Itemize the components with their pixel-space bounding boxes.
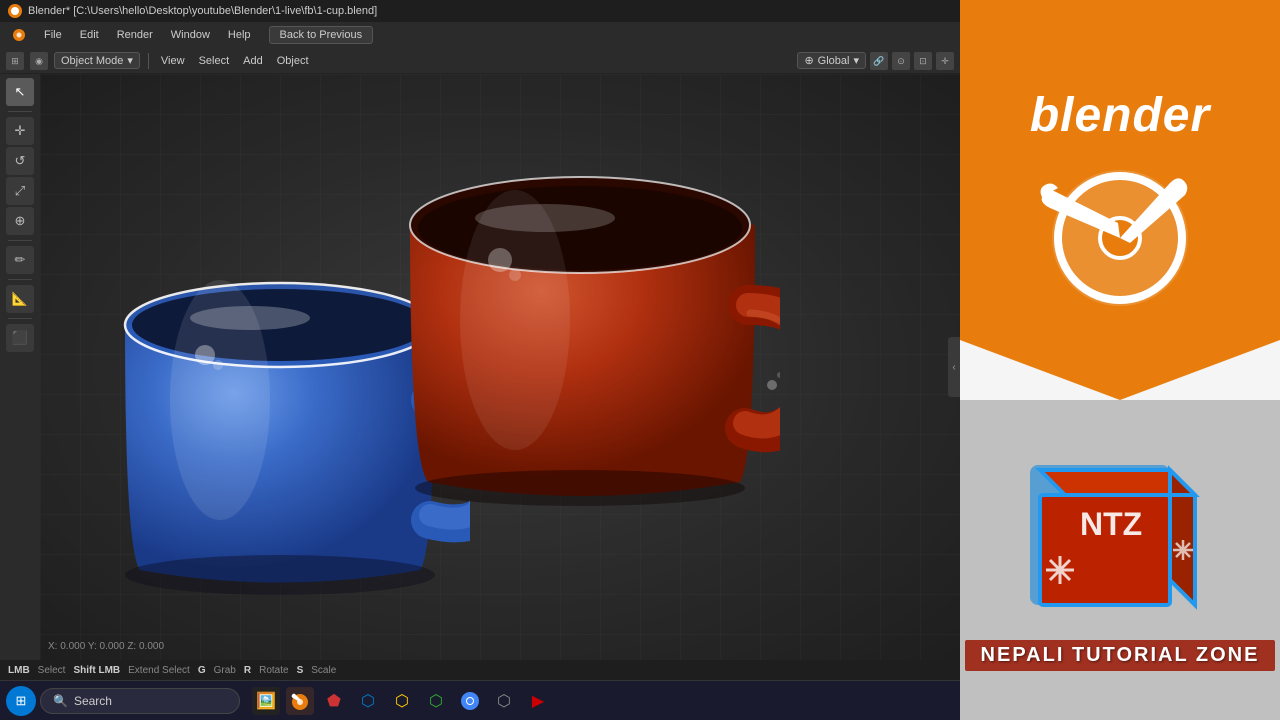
status-key-4: R	[244, 665, 251, 676]
blender-logo-area: blender	[960, 0, 1280, 400]
blender-title-icon	[8, 4, 22, 18]
gizmo-icon[interactable]: ✛	[936, 52, 954, 70]
orientation-dropdown-icon: ▾	[853, 54, 859, 67]
right-panel: blender	[960, 0, 1280, 720]
add-primitive-button[interactable]: ⬛	[6, 324, 34, 352]
start-button[interactable]: ⊞	[6, 686, 36, 716]
vscode-taskbar-icon[interactable]: ⬡	[354, 687, 382, 715]
status-val-3: Grab	[214, 665, 236, 676]
menu-file[interactable]: File	[36, 27, 70, 43]
left-tool-panel: ↖ ✛ ↺ ⤢ ⊕ ✏ 📐 ⬛	[0, 74, 40, 660]
app-icon-green[interactable]: ⬡	[422, 687, 450, 715]
viewport-shade-icon[interactable]: ◉	[30, 52, 48, 70]
chrome-taskbar-icon[interactable]	[456, 687, 484, 715]
app-icon-yellow[interactable]: ⬡	[388, 687, 416, 715]
toolbar: ⊞ ◉ Object Mode ▾ View Select Add Object…	[0, 48, 960, 74]
blender-logo-text: blender	[1030, 88, 1210, 143]
toolbar-right: ⊕ Global ▾ 🔗 ⊙ ⊡ ✛	[797, 52, 954, 70]
tool-separator-1	[8, 111, 32, 112]
snap-icon[interactable]: 🔗	[870, 52, 888, 70]
status-key-2: Shift LMB	[73, 665, 120, 676]
menu-window[interactable]: Window	[163, 27, 218, 43]
viewport-3d[interactable]: ‹ X: 0.000 Y: 0.000 Z: 0.000	[40, 74, 960, 660]
ntz-label: NEPALI TUTORIAL ZONE	[965, 640, 1276, 671]
rotate-tool-button[interactable]: ↺	[6, 147, 34, 175]
tool-separator-4	[8, 318, 32, 319]
orientation-label: Global	[818, 55, 850, 67]
overlay-icon[interactable]: ⊡	[914, 52, 932, 70]
transform-orientation-select[interactable]: ⊕ Global ▾	[797, 52, 866, 69]
annotate-tool-button[interactable]: ✏	[6, 246, 34, 274]
toolbar-separator-1	[148, 53, 149, 69]
menubar: File Edit Render Window Help Back to Pre…	[0, 22, 960, 48]
viewport-coords: X: 0.000 Y: 0.000 Z: 0.000	[48, 641, 164, 652]
status-key-3: G	[198, 665, 206, 676]
blender-logo-svg	[1030, 153, 1210, 313]
status-val-2: Extend Select	[128, 665, 190, 676]
viewport-statusbar: LMB Select Shift LMB Extend Select G Gra…	[0, 660, 960, 680]
back-to-previous-button[interactable]: Back to Previous	[269, 26, 374, 44]
taskbar-app-icons: 🖼️ ⬟ ⬡ ⬡ ⬡ ⬡	[252, 687, 552, 715]
status-key-1: LMB	[8, 665, 30, 676]
menu-blender[interactable]	[4, 26, 34, 44]
red-mug	[380, 160, 780, 540]
status-val-1: Select	[38, 665, 66, 676]
app-icon-red[interactable]: ⬟	[320, 687, 348, 715]
blender-taskbar-icon[interactable]	[286, 687, 314, 715]
proportional-edit-icon[interactable]: ⊙	[892, 52, 910, 70]
file-manager-icon[interactable]: 🖼️	[252, 687, 280, 715]
status-val-4: Rotate	[259, 665, 288, 676]
move-tool-button[interactable]: ✛	[6, 117, 34, 145]
menu-edit[interactable]: Edit	[72, 27, 107, 43]
app-icon-red2[interactable]: ▶	[524, 687, 552, 715]
orientation-icon: ⊕	[804, 54, 813, 67]
search-text: Search	[74, 694, 112, 708]
titlebar: Blender* [C:\Users\hello\Desktop\youtube…	[0, 0, 960, 22]
mode-label: Object Mode	[61, 55, 123, 67]
object-mode-select[interactable]: Object Mode ▾	[54, 52, 140, 69]
transform-tool-button[interactable]: ⊕	[6, 207, 34, 235]
status-key-5: S	[297, 665, 304, 676]
ntz-logo-area: NTZ NEPALI TUTORIAL ZONE	[960, 400, 1280, 720]
taskbar: ⊞ 🔍 Search 🖼️ ⬟ ⬡ ⬡ ⬡	[0, 680, 960, 720]
add-menu[interactable]: Add	[239, 55, 267, 67]
object-menu[interactable]: Object	[273, 55, 313, 67]
status-val-5: Scale	[311, 665, 336, 676]
select-tool-button[interactable]: ↖	[6, 78, 34, 106]
scale-tool-button[interactable]: ⤢	[6, 177, 34, 205]
window-title: Blender* [C:\Users\hello\Desktop\youtube…	[28, 5, 377, 17]
editor-type-icon[interactable]: ⊞	[6, 52, 24, 70]
menu-help[interactable]: Help	[220, 27, 259, 43]
n-panel-toggle[interactable]: ‹	[948, 337, 960, 397]
app-icon-gray[interactable]: ⬡	[490, 687, 518, 715]
ntz-cube-svg: NTZ	[1020, 450, 1220, 630]
measure-tool-button[interactable]: 📐	[6, 285, 34, 313]
select-menu[interactable]: Select	[195, 55, 234, 67]
tool-separator-3	[8, 279, 32, 280]
view-menu[interactable]: View	[157, 55, 189, 67]
search-icon: 🔍	[53, 694, 68, 708]
menu-render[interactable]: Render	[109, 27, 161, 43]
mode-dropdown-icon: ▾	[127, 54, 133, 67]
svg-text:NTZ: NTZ	[1080, 506, 1142, 542]
taskbar-search-box[interactable]: 🔍 Search	[40, 688, 240, 714]
tool-separator-2	[8, 240, 32, 241]
